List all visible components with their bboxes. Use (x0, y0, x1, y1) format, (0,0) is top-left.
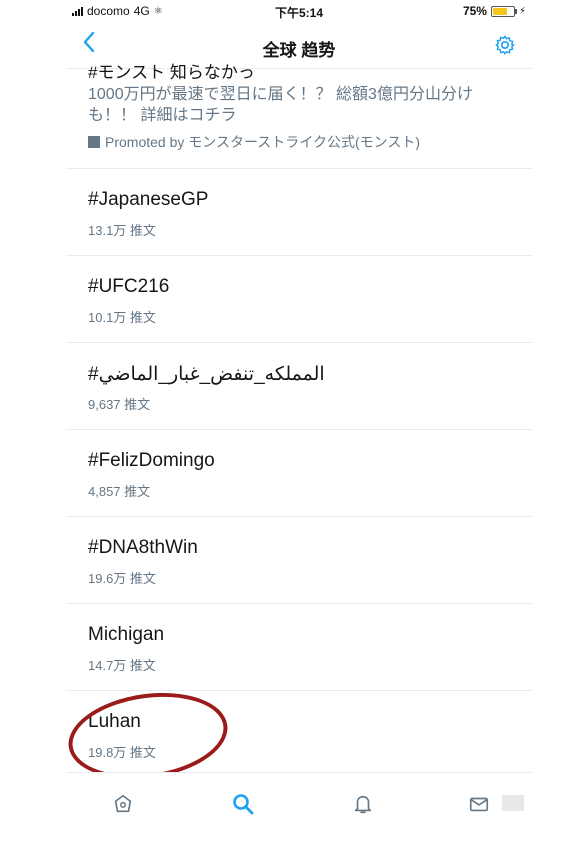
status-bar: docomo 4G ⚛ 下午5:14 75% ⚡ (66, 0, 532, 22)
trend-count: 10.1万 推文 (88, 310, 156, 325)
promoted-trend-text: 1000万円が最速で翌日に届く！？ 総額3億円分山分けも！！ 詳細はコチラ (88, 86, 473, 124)
watermark (502, 795, 524, 811)
promoted-icon (88, 136, 100, 148)
trend-count: 14.7万 推文 (88, 658, 156, 673)
promoted-by-label: Promoted by モンスターストライク公式(モンスト) (105, 134, 421, 150)
bell-icon[interactable] (348, 791, 378, 817)
battery-percent: 75% (462, 4, 487, 18)
trend-name: #UFC216 (88, 276, 170, 297)
trend-count: 9,637 推文 (88, 397, 151, 412)
trend-item[interactable]: #FelizDomingo 4,857 推文 (66, 430, 532, 517)
trend-item[interactable]: Michigan 14.7万 推文 (66, 604, 532, 691)
trend-item[interactable]: #JapaneseGP 13.1万 推文 (66, 169, 532, 256)
promoted-trend-name: #モンスト 知らなかっ (88, 63, 255, 82)
trend-item[interactable]: #DNA8thWin 19.6万 推文 (66, 517, 532, 604)
trend-count: 4,857 推文 (88, 484, 151, 499)
trend-item[interactable]: #المملكه_تنفض_غبار_الماضي 9,637 推文 (66, 343, 532, 430)
trend-count: 19.6万 推文 (88, 571, 156, 586)
phone-screen: docomo 4G ⚛ 下午5:14 75% ⚡ 全球 趋势 #モンスト 知らな (66, 0, 532, 846)
trend-name: Michigan (88, 624, 165, 645)
gear-icon[interactable] (494, 34, 516, 61)
trend-count: 13.1万 推文 (88, 223, 156, 238)
promoted-by: Promoted by モンスターストライク公式(モンスト) (88, 132, 420, 152)
trend-name: #المملكه_تنفض_غبار_الماضي (88, 364, 325, 385)
home-icon[interactable] (108, 791, 138, 817)
status-right: 75% ⚡ (463, 4, 526, 18)
trend-item[interactable]: #UFC216 10.1万 推文 (66, 256, 532, 343)
promoted-trend[interactable]: #モンスト 知らなかっ 1000万円が最速で翌日に届く！？ 総額3億円分山分けも… (66, 63, 532, 169)
mail-icon[interactable] (464, 791, 494, 817)
battery-icon (490, 5, 517, 17)
trend-name: #DNA8thWin (88, 537, 198, 558)
trends-list: #モンスト 知らなかっ 1000万円が最速で翌日に届く！？ 総額3億円分山分けも… (66, 63, 532, 778)
charging-icon: ⚡ (518, 5, 526, 17)
tab-bar (66, 772, 532, 835)
trend-name: #JapaneseGP (88, 189, 209, 210)
search-icon[interactable] (228, 791, 258, 817)
trend-name: #FelizDomingo (88, 450, 215, 471)
